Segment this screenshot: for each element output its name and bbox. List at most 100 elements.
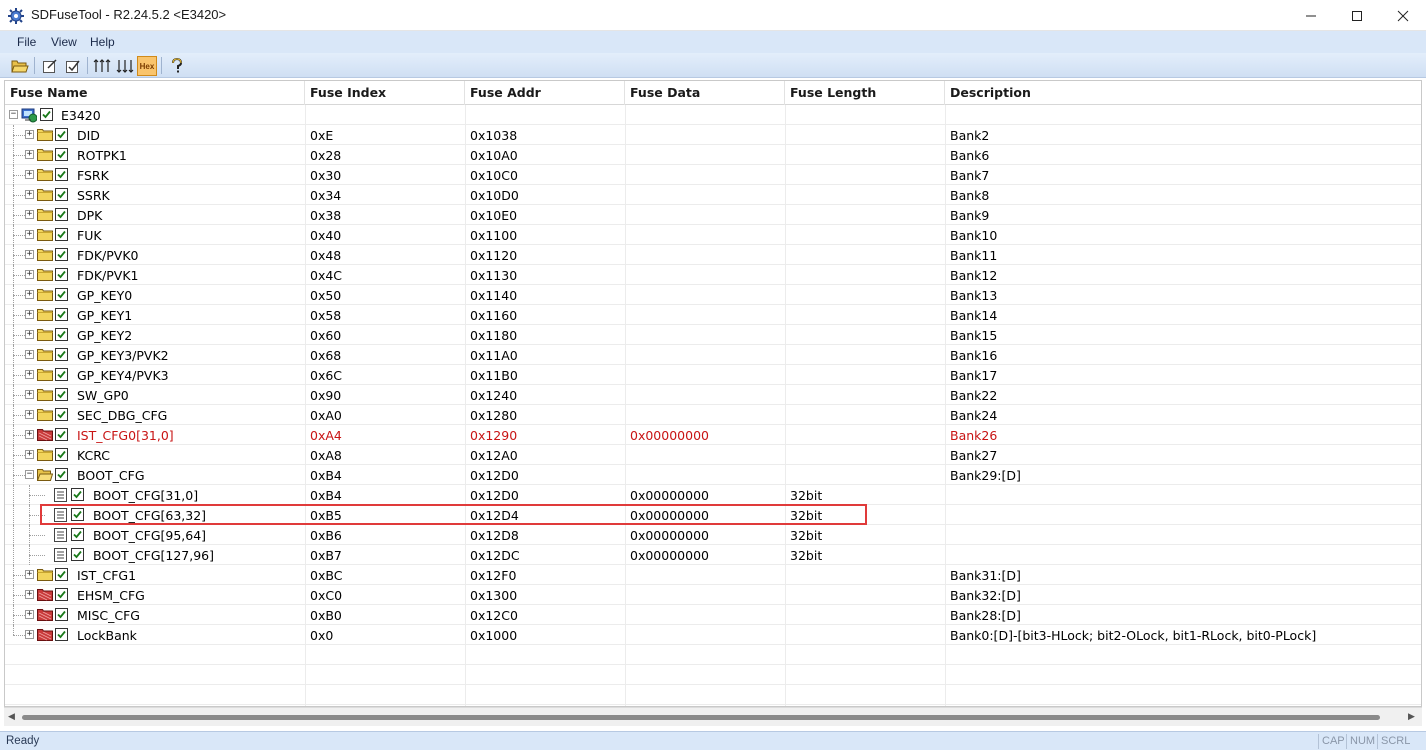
table-row[interactable]: + FDK/PVK1 0x4C 0x1130 Bank12: [5, 265, 1421, 285]
table-row[interactable]: + SSRK 0x34 0x10D0 Bank8: [5, 185, 1421, 205]
edit-button[interactable]: [40, 56, 60, 76]
expand-icon[interactable]: +: [25, 310, 34, 319]
fuse-length-cell[interactable]: 32bit: [785, 525, 822, 545]
fuse-data-cell[interactable]: [625, 245, 630, 265]
description-cell[interactable]: Bank31:[D]: [945, 565, 1021, 585]
row-checkbox[interactable]: [55, 228, 68, 241]
table-row[interactable]: + IST_CFG1 0xBC 0x12F0 Bank31:[D]: [5, 565, 1421, 585]
row-checkbox[interactable]: [55, 188, 68, 201]
fuse-index-cell[interactable]: 0x48: [305, 245, 341, 265]
fuse-addr-cell[interactable]: 0x12F0: [465, 565, 516, 585]
fuse-addr-cell[interactable]: [465, 105, 470, 125]
table-row[interactable]: − E3420: [5, 105, 1421, 125]
fuse-grid[interactable]: Fuse Name Fuse Index Fuse Addr Fuse Data…: [4, 80, 1422, 707]
expand-icon[interactable]: +: [25, 230, 34, 239]
fuse-data-cell[interactable]: [625, 265, 630, 285]
row-checkbox[interactable]: [55, 428, 68, 441]
fuse-data-cell[interactable]: [625, 285, 630, 305]
fuse-addr-cell[interactable]: 0x12D0: [465, 485, 519, 505]
row-checkbox[interactable]: [71, 488, 84, 501]
description-cell[interactable]: Bank24: [945, 405, 997, 425]
row-checkbox[interactable]: [55, 468, 68, 481]
fuse-length-cell[interactable]: [785, 565, 790, 585]
row-checkbox[interactable]: [55, 448, 68, 461]
expand-icon[interactable]: +: [25, 590, 34, 599]
fuse-addr-cell[interactable]: 0x1120: [465, 245, 517, 265]
expand-icon[interactable]: +: [25, 210, 34, 219]
fuse-length-cell[interactable]: [785, 585, 790, 605]
scroll-right-icon[interactable]: ▶: [1408, 712, 1418, 722]
minimize-button[interactable]: [1288, 0, 1334, 31]
fuse-length-cell[interactable]: [785, 385, 790, 405]
fuse-index-cell[interactable]: 0x0: [305, 625, 333, 645]
row-checkbox[interactable]: [55, 288, 68, 301]
table-row[interactable]: + DID 0xE 0x1038 Bank2: [5, 125, 1421, 145]
fuse-length-cell[interactable]: [785, 425, 790, 445]
fuse-addr-cell[interactable]: 0x10A0: [465, 145, 518, 165]
row-checkbox[interactable]: [55, 148, 68, 161]
table-row[interactable]: + FDK/PVK0 0x48 0x1120 Bank11: [5, 245, 1421, 265]
row-checkbox[interactable]: [55, 348, 68, 361]
fuse-length-cell[interactable]: 32bit: [785, 545, 822, 565]
fuse-index-cell[interactable]: 0xA0: [305, 405, 342, 425]
description-cell[interactable]: Bank32:[D]: [945, 585, 1021, 605]
fuse-length-cell[interactable]: [785, 285, 790, 305]
fuse-length-cell[interactable]: [785, 305, 790, 325]
fuse-addr-cell[interactable]: 0x12D0: [465, 465, 519, 485]
fuse-data-cell[interactable]: [625, 565, 630, 585]
fuse-addr-cell[interactable]: 0x1140: [465, 285, 517, 305]
column-header-fuse-name[interactable]: Fuse Name: [5, 81, 305, 105]
description-cell[interactable]: Bank14: [945, 305, 997, 325]
fuse-length-cell[interactable]: [785, 125, 790, 145]
table-row[interactable]: + EHSM_CFG 0xC0 0x1300 Bank32:[D]: [5, 585, 1421, 605]
fuse-length-cell[interactable]: [785, 625, 790, 645]
row-checkbox[interactable]: [55, 628, 68, 641]
table-row[interactable]: + GP_KEY0 0x50 0x1140 Bank13: [5, 285, 1421, 305]
expand-icon[interactable]: +: [25, 450, 34, 459]
fuse-index-cell[interactable]: 0x6C: [305, 365, 342, 385]
fuse-addr-cell[interactable]: 0x1130: [465, 265, 517, 285]
description-cell[interactable]: Bank2: [945, 125, 989, 145]
fuse-data-cell[interactable]: [625, 625, 630, 645]
description-cell[interactable]: [945, 545, 950, 565]
fuse-data-cell[interactable]: [625, 585, 630, 605]
fuse-data-cell[interactable]: [625, 605, 630, 625]
expand-icon[interactable]: +: [25, 190, 34, 199]
description-cell[interactable]: Bank22: [945, 385, 997, 405]
table-row[interactable]: + GP_KEY1 0x58 0x1160 Bank14: [5, 305, 1421, 325]
row-checkbox[interactable]: [55, 248, 68, 261]
column-header-description[interactable]: Description: [945, 81, 1421, 105]
fuse-length-cell[interactable]: [785, 245, 790, 265]
fuse-data-cell[interactable]: [625, 405, 630, 425]
fuse-index-cell[interactable]: 0x60: [305, 325, 341, 345]
menu-help[interactable]: Help: [90, 35, 115, 49]
close-button[interactable]: [1380, 0, 1426, 31]
sort-ascending-button[interactable]: [92, 56, 112, 76]
fuse-addr-cell[interactable]: 0x1160: [465, 305, 517, 325]
fuse-index-cell[interactable]: 0x68: [305, 345, 341, 365]
fuse-length-cell[interactable]: 32bit: [785, 485, 822, 505]
fuse-addr-cell[interactable]: 0x11A0: [465, 345, 518, 365]
fuse-length-cell[interactable]: [785, 185, 790, 205]
fuse-length-cell[interactable]: [785, 365, 790, 385]
fuse-index-cell[interactable]: 0x28: [305, 145, 341, 165]
fuse-length-cell[interactable]: [785, 165, 790, 185]
fuse-index-cell[interactable]: 0xA8: [305, 445, 342, 465]
fuse-index-cell[interactable]: 0xB6: [305, 525, 342, 545]
row-checkbox[interactable]: [71, 548, 84, 561]
fuse-length-cell[interactable]: [785, 105, 790, 125]
sort-descending-button[interactable]: [115, 56, 135, 76]
fuse-data-cell[interactable]: [625, 225, 630, 245]
expand-icon[interactable]: +: [25, 630, 34, 639]
fuse-addr-cell[interactable]: 0x1180: [465, 325, 517, 345]
fuse-length-cell[interactable]: [785, 205, 790, 225]
fuse-length-cell[interactable]: [785, 265, 790, 285]
fuse-data-cell[interactable]: [625, 345, 630, 365]
expand-icon[interactable]: +: [25, 130, 34, 139]
expand-icon[interactable]: +: [25, 610, 34, 619]
row-checkbox[interactable]: [55, 588, 68, 601]
fuse-index-cell[interactable]: [305, 105, 310, 125]
fuse-addr-cell[interactable]: 0x12C0: [465, 605, 518, 625]
menu-file[interactable]: File: [17, 35, 36, 49]
fuse-length-cell[interactable]: [785, 605, 790, 625]
